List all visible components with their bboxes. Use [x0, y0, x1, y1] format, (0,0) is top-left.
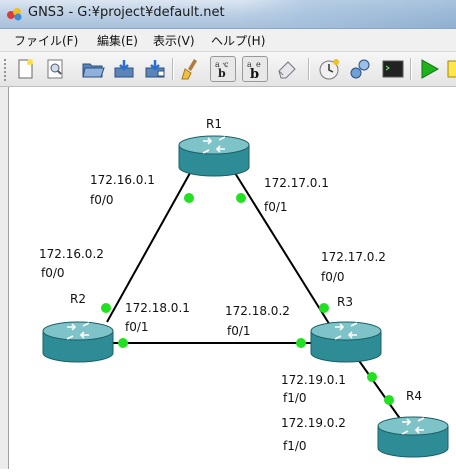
port-dot-r1-f0-1 — [236, 193, 246, 203]
router-r1[interactable] — [178, 135, 250, 177]
topology-canvas[interactable]: R1 R2 R3 R4 172.16.0.1 f0/0 172.17.0.1 f… — [8, 87, 456, 469]
router-label-r4: R4 — [406, 389, 422, 403]
ip-label: 172.16.0.1 — [90, 173, 155, 187]
eraser-icon[interactable] — [274, 56, 300, 82]
gns3-app-icon — [7, 8, 22, 21]
port-label: f0/0 — [321, 270, 345, 284]
port-label: f0/1 — [125, 320, 149, 334]
snapshot-icon[interactable] — [316, 56, 342, 82]
svg-text:b: b — [250, 67, 259, 81]
port-label: f0/1 — [227, 324, 251, 338]
menu-file[interactable]: ファイル(F) — [14, 32, 78, 49]
toolbar-grip[interactable] — [3, 58, 7, 82]
svg-text:b: b — [218, 67, 226, 80]
topology-drawing — [42, 135, 449, 458]
port-dot-r3-f0-0 — [319, 303, 329, 313]
window-left-frame — [0, 87, 8, 469]
ip-label: 172.19.0.1 — [281, 373, 346, 387]
router-r3[interactable] — [310, 321, 382, 363]
window-title: GNS3 - G:¥project¥default.net — [28, 5, 225, 20]
toolbar: acb aeb — [0, 52, 456, 87]
toolbar-separator — [172, 58, 174, 80]
ip-label: 172.18.0.1 — [125, 301, 190, 315]
note-icon[interactable] — [446, 56, 456, 82]
toolbar-separator — [410, 58, 412, 80]
start-icon[interactable] — [416, 56, 442, 82]
port-dot-r3-f1-0 — [367, 372, 377, 382]
port-dot-r4-f1-0 — [384, 395, 394, 405]
menu-view[interactable]: 表示(V) — [153, 32, 195, 49]
link-r3-r4[interactable] — [354, 354, 402, 421]
interface-labels-icon[interactable]: acb — [210, 56, 236, 82]
title-bar-glass — [240, 0, 456, 28]
port-label: f1/0 — [283, 439, 307, 453]
ip-label: 172.18.0.2 — [225, 304, 290, 318]
router-r2[interactable] — [42, 321, 114, 363]
port-label: f1/0 — [283, 391, 307, 405]
port-dot-r2-f0-0 — [101, 303, 111, 313]
ip-label: 172.17.0.2 — [321, 250, 386, 264]
port-dot-r3-f0-1 — [296, 338, 306, 348]
router-label-r1: R1 — [206, 117, 222, 131]
ip-label: 172.16.0.2 — [39, 247, 104, 261]
port-dot-r1-f0-0 — [184, 193, 194, 203]
router-label-r2: R2 — [70, 292, 86, 306]
port-dot-r2-f0-1 — [118, 338, 128, 348]
ip-label: 172.17.0.1 — [264, 176, 329, 190]
link-r1-r2[interactable] — [106, 172, 191, 323]
router-r4[interactable] — [377, 416, 449, 458]
menu-bar: ファイル(F) 編集(E) 表示(V) ヘルプ(H) — [0, 29, 456, 52]
title-bar: GNS3 - G:¥project¥default.net — [0, 0, 456, 29]
zoom-icon[interactable] — [42, 56, 68, 82]
menu-help[interactable]: ヘルプ(H) — [211, 32, 265, 49]
menu-edit[interactable]: 編集(E) — [97, 32, 138, 49]
link-icon[interactable] — [347, 56, 373, 82]
ip-label: 172.19.0.2 — [281, 416, 346, 430]
open-folder-icon[interactable] — [80, 56, 106, 82]
new-file-icon[interactable] — [12, 56, 38, 82]
port-label: f0/1 — [264, 200, 288, 214]
console-icon[interactable] — [380, 56, 406, 82]
toolbar-separator — [308, 58, 310, 80]
save-icon[interactable] — [111, 56, 137, 82]
clear-icon[interactable] — [178, 56, 204, 82]
port-label: f0/0 — [41, 266, 65, 280]
router-label-r3: R3 — [337, 295, 353, 309]
hostname-labels-icon[interactable]: aeb — [242, 56, 268, 82]
port-label: f0/0 — [90, 193, 114, 207]
save-as-icon[interactable] — [142, 56, 168, 82]
